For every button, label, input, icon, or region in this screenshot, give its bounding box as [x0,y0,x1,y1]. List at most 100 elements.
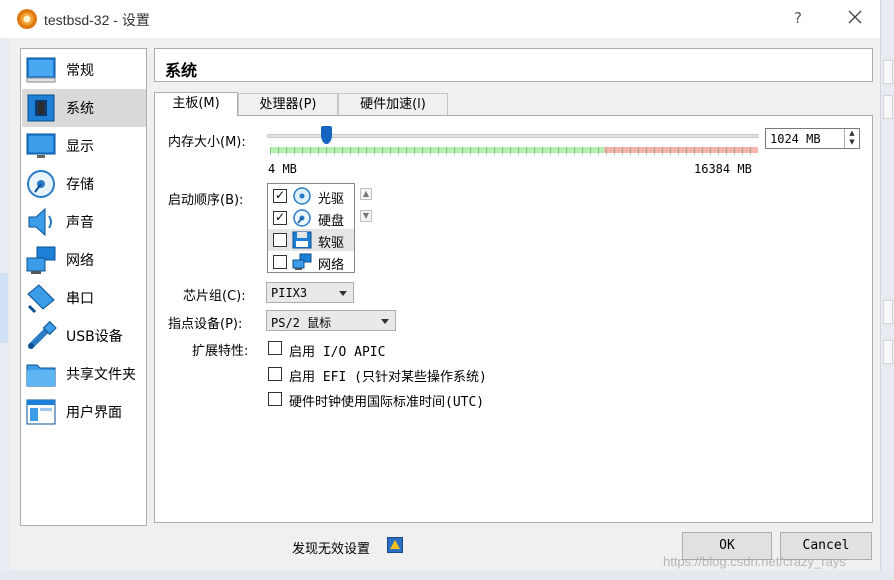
boot-item-label: 网络 [318,258,345,273]
tab-acceleration[interactable]: 硬件加速(l) [338,93,448,115]
chevron-down-icon [339,291,347,296]
efi-checkbox[interactable] [268,367,282,381]
move-down-button[interactable]: ▼ [360,210,372,222]
sidebar-item-label: 网络 [66,253,94,269]
chipset-select[interactable]: PIIX3 [266,282,354,303]
sidebar-item-label: 存储 [66,177,94,193]
background-window-right [880,0,894,580]
sidebar-item-label: 系统 [66,101,94,117]
user-interface-icon [25,396,57,428]
boot-item-optical[interactable]: ✓ 光驱 [268,185,354,207]
pointing-device-select[interactable]: PS/2 鼠标 [266,310,396,331]
arrow-up-icon: ▲ [362,189,370,198]
sidebar-item-label: 常规 [66,63,94,79]
window-title: testbsd-32 - 设置 [44,12,150,28]
io-apic-checkbox[interactable] [268,341,282,355]
tab-motherboard[interactable]: 主板(M) [154,92,238,116]
boot-checkbox[interactable]: ✓ [273,188,287,203]
storage-icon [25,168,57,200]
sidebar-item-label: USB设备 [66,329,123,345]
section-title: 系统 [165,61,198,80]
memory-min-label: 4 MB [268,162,297,176]
help-button[interactable]: ? [786,6,810,30]
boot-item-floppy[interactable]: 软驱 [268,229,354,251]
efi-label[interactable]: 启用 EFI (只针对某些操作系统) [289,366,487,385]
background-fragment [883,60,893,84]
close-icon [848,10,862,24]
sidebar-item-label: 用户界面 [66,405,122,421]
memory-spinbox[interactable]: 1024 MB ▲ ▼ [765,128,860,149]
spin-up-icon[interactable]: ▲ [845,129,859,138]
move-up-button[interactable]: ▲ [360,188,372,200]
sidebar-item-shared-folders[interactable]: 共享文件夹 [22,355,146,393]
boot-item-label: 软驱 [318,236,345,251]
title-bar: testbsd-32 - 设置 ? [0,0,880,38]
motherboard-panel: 内存大小(M): 4 MB 16384 MB 1024 MB ▲ ▼ 启动顺序(… [154,115,873,523]
display-icon [25,130,57,162]
warning-icon[interactable] [387,537,403,553]
background-window-left [0,38,10,580]
tab-processor[interactable]: 处理器(P) [238,93,338,115]
boot-item-label: 硬盘 [318,214,345,229]
serial-port-icon [25,282,57,314]
boot-order-list: ✓ 光驱 ✓ 硬盘 软驱 网络 [267,183,355,273]
audio-icon [25,206,57,238]
chipset-label: 芯片组(C): [183,289,246,304]
hard-disk-icon [293,209,311,227]
general-icon [25,54,57,86]
boot-checkbox[interactable] [273,255,287,269]
settings-sidebar: 常规 系统 显示 存储 声音 网络 串口 USB设备 共享文件夹 用户界面 [20,48,147,526]
sidebar-item-serial-port[interactable]: 串口 [22,279,146,317]
close-button[interactable] [840,4,870,32]
sidebar-item-storage[interactable]: 存储 [22,165,146,203]
io-apic-label[interactable]: 启用 I/O APIC [289,341,385,360]
background-fragment [0,273,8,343]
sidebar-item-label: 显示 [66,139,94,155]
memory-spin-arrows[interactable]: ▲ ▼ [844,129,859,148]
optical-drive-icon [293,187,311,205]
section-header: 系统 [154,48,873,82]
memory-label: 内存大小(M): [168,135,246,150]
memory-slider-handle[interactable] [321,126,332,144]
boot-checkbox[interactable] [273,233,287,247]
sidebar-item-usb[interactable]: USB设备 [22,317,146,355]
network-boot-icon [292,253,312,270]
check-icon: ✓ [275,188,286,202]
watermark: https://blog.csdn.net/crazy_rays [663,554,846,569]
boot-item-network[interactable]: 网络 [268,251,354,273]
check-icon: ✓ [275,210,286,224]
settings-content: 系统 主板(M) 处理器(P) 硬件加速(l) 内存大小(M): 4 MB 16… [154,48,873,523]
boot-checkbox[interactable]: ✓ [273,210,287,225]
memory-value: 1024 MB [770,132,821,146]
extended-features-label: 扩展特性: [192,344,249,359]
chipset-value: PIIX3 [271,286,308,300]
boot-item-label: 光驱 [318,192,345,207]
spin-down-icon[interactable]: ▼ [845,138,859,147]
system-icon [25,92,57,124]
sidebar-item-audio[interactable]: 声音 [22,203,146,241]
memory-max-label: 16384 MB [694,162,752,176]
shared-folder-icon [25,358,57,390]
utc-clock-label[interactable]: 硬件时钟使用国际标准时间(UTC) [289,391,484,410]
boot-item-hard-disk[interactable]: ✓ 硬盘 [268,207,354,229]
sidebar-item-general[interactable]: 常规 [22,51,146,89]
pointing-device-label: 指点设备(P): [168,317,243,332]
sidebar-item-display[interactable]: 显示 [22,127,146,165]
sidebar-item-label: 串口 [66,291,94,307]
sidebar-item-label: 声音 [66,215,94,231]
memory-slider[interactable] [267,134,759,138]
background-fragment [883,300,893,324]
floppy-icon [292,231,312,249]
utc-clock-checkbox[interactable] [268,392,282,406]
virtualbox-app-icon [17,9,37,29]
sidebar-item-label: 共享文件夹 [66,367,136,383]
boot-order-label: 启动顺序(B): [168,193,244,208]
network-icon [25,244,57,276]
sidebar-item-user-interface[interactable]: 用户界面 [22,393,146,431]
usb-icon [25,320,57,352]
sidebar-item-network[interactable]: 网络 [22,241,146,279]
background-window-bottom [0,570,894,580]
sidebar-item-system[interactable]: 系统 [22,89,146,127]
memory-scale-ticks [270,147,758,155]
background-fragment [883,95,893,119]
